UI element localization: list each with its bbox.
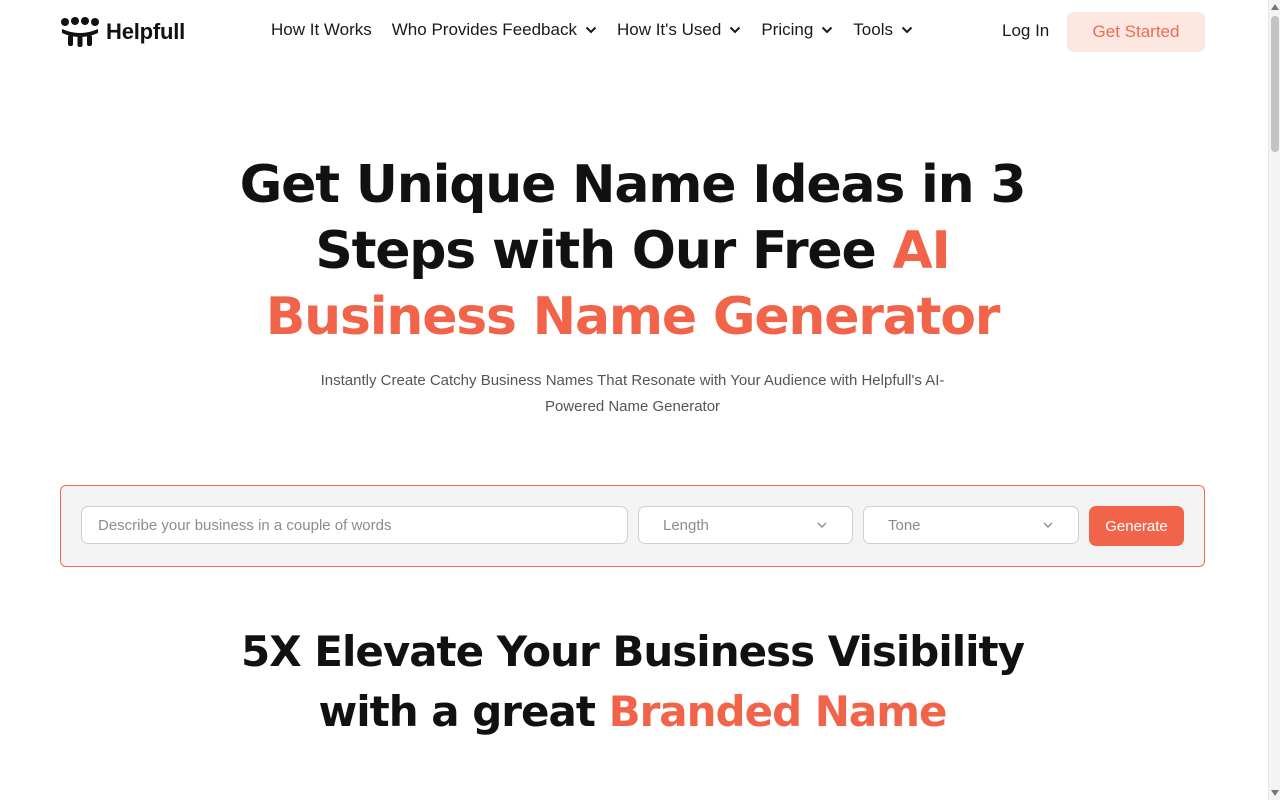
login-link[interactable]: Log In (1002, 21, 1049, 41)
nav-item-label: Pricing (761, 20, 814, 39)
scrollbar-thumb[interactable] (1271, 16, 1279, 152)
top-navbar: Helpfull How It Works Who Provides Feedb… (0, 0, 1268, 64)
nav-item-who-provides-feedback[interactable]: Who Provides Feedback (392, 20, 597, 40)
generate-button[interactable]: Generate (1089, 506, 1184, 546)
scroll-down-arrow-icon[interactable] (1271, 790, 1279, 796)
hero-subtitle: Instantly Create Catchy Business Names T… (320, 372, 945, 415)
chevron-down-icon (822, 26, 833, 34)
page-scrollbar[interactable] (1268, 0, 1280, 800)
nav-item-label: How It Works (271, 20, 372, 39)
main-menu: How It Works Who Provides Feedback How I… (271, 20, 933, 40)
chevron-down-icon (901, 26, 913, 34)
name-generator-form: Length Tone Generate (60, 485, 1205, 567)
nav-item-pricing[interactable]: Pricing (761, 20, 833, 40)
get-started-button[interactable]: Get Started (1067, 12, 1205, 52)
length-select-label: Length (663, 516, 709, 534)
nav-item-how-its-used[interactable]: How It's Used (617, 20, 741, 40)
nav-item-label: How It's Used (616, 20, 722, 39)
brand-name: Helpfull (106, 19, 186, 44)
nav-item-label: Tools (853, 20, 893, 39)
tone-select-label: Tone (888, 516, 921, 534)
section-title-accent: Branded Name (608, 687, 948, 736)
section-title: 5X Elevate Your Business Visibility with… (200, 622, 1065, 742)
hero-title-line1: Get Unique Name Ideas in 3 (239, 155, 1027, 215)
hero-title-line2: Steps with Our Free (315, 221, 893, 281)
chevron-down-icon (585, 26, 597, 34)
tone-select[interactable]: Tone (863, 506, 1079, 544)
helpfull-logo-icon (61, 17, 99, 47)
business-description-input[interactable] (82, 507, 627, 543)
scroll-up-arrow-icon[interactable] (1271, 4, 1279, 10)
hero-title: Get Unique Name Ideas in 3 Steps with Ou… (140, 152, 1125, 350)
business-description-field (81, 506, 628, 544)
brand-logo[interactable]: Helpfull (60, 17, 185, 47)
chevron-down-icon (1043, 522, 1053, 528)
section-title-line2: with a great (318, 687, 609, 736)
nav-item-tools[interactable]: Tools (853, 20, 913, 40)
section-title-line1: 5X Elevate Your Business Visibility (241, 627, 1025, 676)
chevron-down-icon (730, 26, 741, 34)
hero-title-accent-ai: AI (892, 221, 950, 281)
length-select[interactable]: Length (638, 506, 853, 544)
chevron-down-icon (817, 522, 827, 528)
nav-item-how-it-works[interactable]: How It Works (271, 20, 372, 40)
nav-item-label: Who Provides Feedback (391, 20, 577, 39)
hero-title-line3: Business Name Generator (265, 287, 1001, 347)
